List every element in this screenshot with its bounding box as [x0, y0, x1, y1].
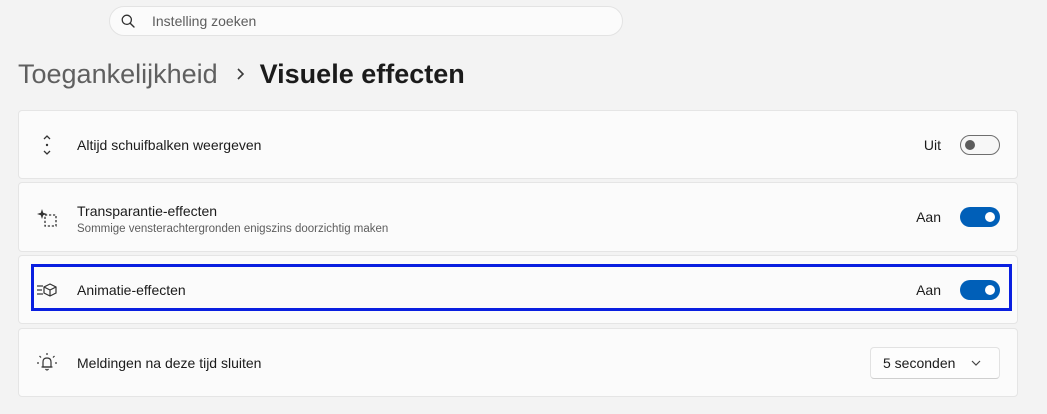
transparency-toggle[interactable] [960, 207, 1000, 227]
setting-card-scrollbars: Altijd schuifbalken weergeven Uit [18, 110, 1018, 179]
setting-card-animation: Animatie-effecten Aan [18, 255, 1018, 324]
setting-title: Transparantie-effecten [77, 203, 218, 219]
setting-title: Meldingen na deze tijd sluiten [77, 354, 262, 371]
transparency-icon [35, 205, 59, 229]
animation-toggle[interactable] [960, 279, 1000, 300]
scrollbars-toggle[interactable] [960, 134, 1000, 155]
notification-bell-icon [35, 351, 59, 375]
search-input[interactable] [150, 12, 594, 30]
notification-duration-dropdown[interactable]: 5 seconden [870, 346, 1000, 379]
animation-icon [35, 278, 59, 302]
settings-search-box[interactable] [109, 6, 623, 36]
setting-description: Sommige vensterachtergronden enigszins d… [77, 223, 389, 235]
toggle-state-label: Uit [923, 136, 941, 153]
page-title: Visuele effecten [259, 58, 465, 89]
setting-title: Altijd schuifbalken weergeven [77, 136, 262, 153]
chevron-down-icon [971, 360, 985, 366]
setting-title: Animatie-effecten [77, 281, 186, 298]
search-icon [121, 13, 137, 29]
scrollbar-icon [35, 133, 59, 157]
dropdown-value: 5 seconden [883, 354, 956, 371]
setting-card-notifications: Meldingen na deze tijd sluiten 5 seconde… [18, 328, 1018, 397]
setting-card-transparency: Transparantie-effecten Sommige vensterac… [18, 182, 1018, 252]
chevron-right-icon [236, 67, 246, 81]
toggle-state-label: Aan [916, 209, 941, 225]
toggle-state-label: Aan [916, 281, 941, 298]
breadcrumb: Toegankelijkheid Visuele effecten [18, 56, 465, 92]
breadcrumb-parent-link[interactable]: Toegankelijkheid [18, 59, 218, 90]
